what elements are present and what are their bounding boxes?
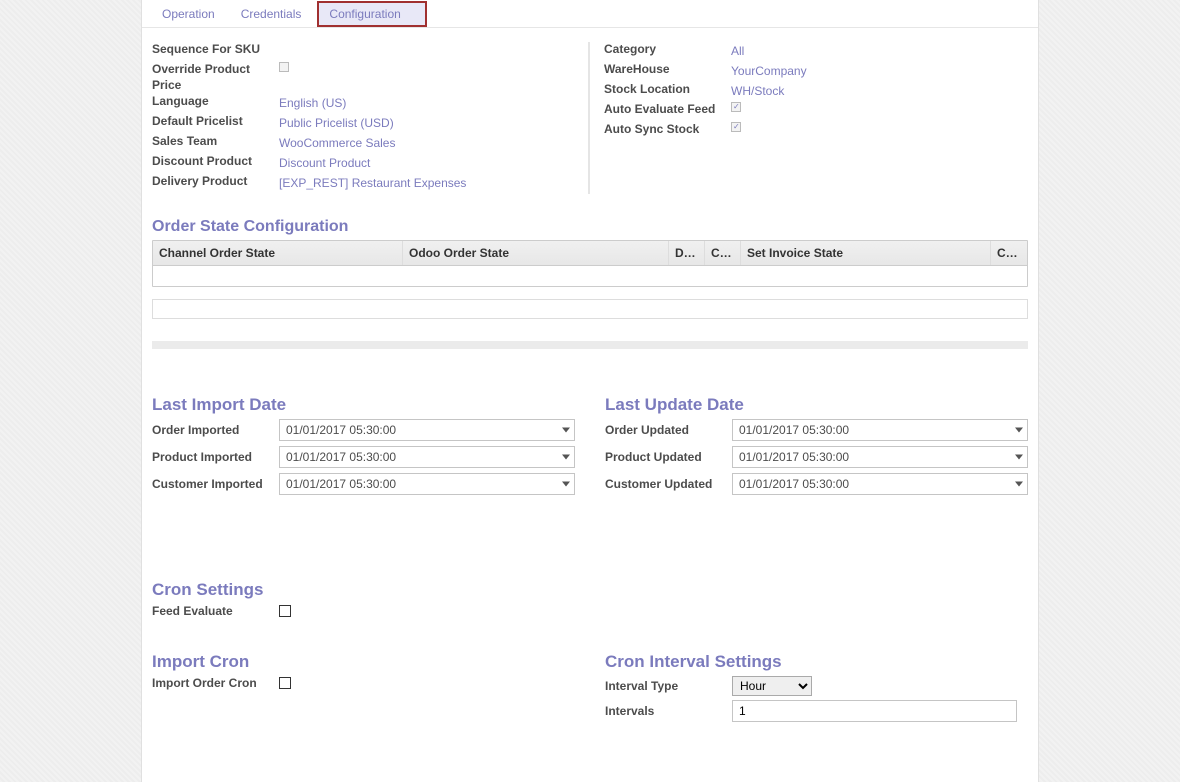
sales-team-label: Sales Team bbox=[152, 134, 279, 150]
sales-team-value[interactable]: WooCommerce Sales bbox=[279, 134, 395, 152]
secondary-strip bbox=[152, 299, 1028, 319]
override-price-label: Override Product Price bbox=[152, 62, 279, 93]
warehouse-label: WareHouse bbox=[604, 62, 731, 78]
chevron-down-icon bbox=[1015, 482, 1023, 487]
auto-eval-checkbox[interactable] bbox=[731, 102, 741, 112]
import-order-cron-label: Import Order Cron bbox=[152, 676, 279, 690]
col-set-invoice[interactable]: Set Invoice State bbox=[741, 241, 991, 265]
customer-updated-input[interactable]: 01/01/2017 05:30:00 bbox=[732, 473, 1028, 495]
interval-type-label: Interval Type bbox=[605, 679, 732, 693]
auto-sync-checkbox[interactable] bbox=[731, 122, 741, 132]
discount-product-label: Discount Product bbox=[152, 154, 279, 170]
table-body[interactable] bbox=[153, 266, 1027, 286]
col-channel-state[interactable]: Channel Order State bbox=[153, 241, 403, 265]
feed-evaluate-label: Feed Evaluate bbox=[152, 604, 279, 618]
order-state-table: Channel Order State Odoo Order State Def… bbox=[152, 240, 1028, 287]
chevron-down-icon bbox=[1015, 428, 1023, 433]
stock-location-value[interactable]: WH/Stock bbox=[731, 82, 784, 100]
product-imported-label: Product Imported bbox=[152, 450, 279, 464]
customer-imported-input[interactable]: 01/01/2017 05:30:00 bbox=[279, 473, 575, 495]
delivery-product-label: Delivery Product bbox=[152, 174, 279, 190]
chevron-down-icon bbox=[1015, 455, 1023, 460]
customer-imported-label: Customer Imported bbox=[152, 477, 279, 491]
language-label: Language bbox=[152, 94, 279, 110]
stock-location-label: Stock Location bbox=[604, 82, 731, 98]
auto-sync-label: Auto Sync Stock bbox=[604, 122, 731, 138]
order-state-heading: Order State Configuration bbox=[142, 208, 1038, 240]
language-value[interactable]: English (US) bbox=[279, 94, 346, 112]
warehouse-value[interactable]: YourCompany bbox=[731, 62, 807, 80]
auto-eval-label: Auto Evaluate Feed bbox=[604, 102, 731, 118]
order-imported-label: Order Imported bbox=[152, 423, 279, 437]
feed-evaluate-checkbox[interactable] bbox=[279, 605, 291, 617]
col-odoo-state[interactable]: Odoo Order State bbox=[403, 241, 669, 265]
chevron-down-icon bbox=[562, 455, 570, 460]
sequence-sku-label: Sequence For SKU bbox=[152, 42, 279, 58]
product-updated-input[interactable]: 01/01/2017 05:30:00 bbox=[732, 446, 1028, 468]
import-cron-heading: Import Cron bbox=[152, 642, 575, 676]
config-columns: Sequence For SKU Override Product Price … bbox=[142, 28, 1038, 204]
chevron-down-icon bbox=[562, 428, 570, 433]
col-default[interactable]: Defa… bbox=[669, 241, 705, 265]
intervals-input[interactable] bbox=[732, 700, 1017, 722]
tab-configuration[interactable]: Configuration bbox=[317, 1, 426, 27]
order-updated-label: Order Updated bbox=[605, 423, 732, 437]
separator bbox=[152, 341, 1028, 349]
pricelist-label: Default Pricelist bbox=[152, 114, 279, 130]
cron-settings-heading: Cron Settings bbox=[152, 570, 1028, 604]
discount-product-value[interactable]: Discount Product bbox=[279, 154, 370, 172]
col-create1[interactable]: Cre… bbox=[705, 241, 741, 265]
category-label: Category bbox=[604, 42, 731, 58]
chevron-down-icon bbox=[562, 482, 570, 487]
intervals-label: Intervals bbox=[605, 704, 732, 718]
last-import-heading: Last Import Date bbox=[152, 385, 575, 419]
import-order-cron-checkbox[interactable] bbox=[279, 677, 291, 689]
table-header: Channel Order State Odoo Order State Def… bbox=[153, 241, 1027, 266]
col-create2[interactable]: Cre… bbox=[991, 241, 1027, 265]
last-update-heading: Last Update Date bbox=[605, 385, 1028, 419]
order-imported-input[interactable]: 01/01/2017 05:30:00 bbox=[279, 419, 575, 441]
tab-operation[interactable]: Operation bbox=[152, 1, 225, 27]
category-value[interactable]: All bbox=[731, 42, 744, 60]
interval-type-select[interactable]: Hour bbox=[732, 676, 812, 696]
cron-interval-heading: Cron Interval Settings bbox=[605, 642, 1028, 676]
delivery-product-value[interactable]: [EXP_REST] Restaurant Expenses bbox=[279, 174, 466, 192]
order-updated-input[interactable]: 01/01/2017 05:30:00 bbox=[732, 419, 1028, 441]
product-updated-label: Product Updated bbox=[605, 450, 732, 464]
tab-credentials[interactable]: Credentials bbox=[231, 1, 312, 27]
customer-updated-label: Customer Updated bbox=[605, 477, 732, 491]
tabs: Operation Credentials Configuration bbox=[142, 0, 1038, 28]
pricelist-value[interactable]: Public Pricelist (USD) bbox=[279, 114, 394, 132]
product-imported-input[interactable]: 01/01/2017 05:30:00 bbox=[279, 446, 575, 468]
override-price-checkbox[interactable] bbox=[279, 62, 289, 72]
